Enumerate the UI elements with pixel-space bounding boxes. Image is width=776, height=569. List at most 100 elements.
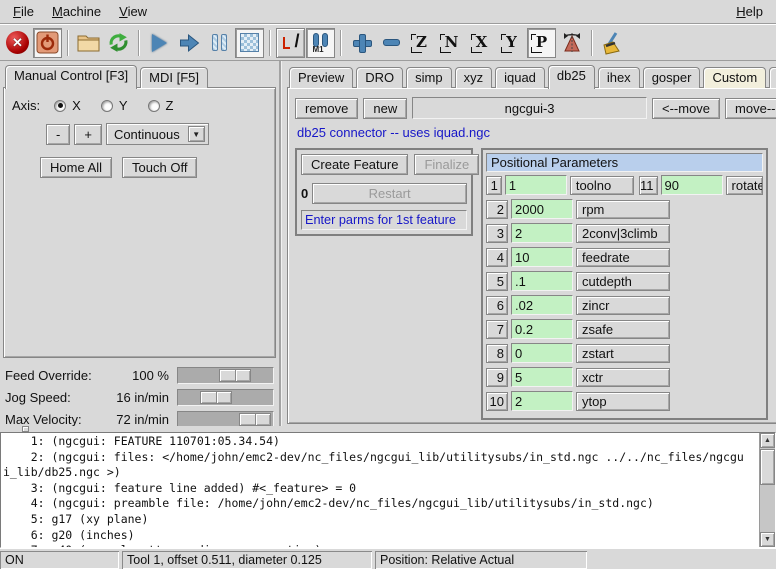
jog-plus-button[interactable]: + [74,124,102,145]
gcode-line: 4: (ngcgui: preamble file: /home/john/em… [3,496,758,512]
view-x-icon: X [472,32,492,53]
tab-db25[interactable]: db25 [548,65,595,89]
gcode-line: 1: (ngcgui: FEATURE 110701:05.34.54) [3,434,758,450]
folder-icon [76,32,101,53]
axis-x-radio[interactable] [54,100,66,112]
view-p-button[interactable]: P [527,28,556,58]
scrollbar-thumb[interactable] [760,449,775,485]
tab-manual-control[interactable]: Manual Control [F3] [5,65,137,89]
tab-simp[interactable]: simp [406,67,451,88]
move-right-button[interactable]: move--> [725,98,776,119]
jog-speed-slider-handle[interactable] [200,391,232,404]
zoom-out-button[interactable] [377,28,406,58]
jog-speed-label: Jog Speed: [5,390,107,405]
max-velocity-slider-handle[interactable] [239,413,271,426]
param-number: 3 [486,224,508,243]
skip-lines-button[interactable]: / [276,28,305,58]
clear-plot-button[interactable] [598,28,627,58]
gcode-line: 2: (ngcgui: files: </home/john/emc2-dev/… [3,450,758,466]
param-row: 7 zsafe [486,319,763,339]
tab-iquad[interactable]: iquad [495,67,545,88]
finalize-button[interactable]: Finalize [414,154,479,175]
jog-increment-combobox[interactable]: Continuous ▼ [106,123,209,145]
view-y-button[interactable]: Y [497,28,526,58]
pause-button[interactable] [205,28,234,58]
axis-z-radio[interactable] [148,100,160,112]
param-name-label: zstart [576,344,670,363]
view-y-icon: Y [502,32,521,53]
scroll-down-icon[interactable]: ▼ [760,532,775,547]
param-value-input[interactable] [511,295,573,315]
move-left-button[interactable]: <--move [652,98,720,119]
rotate-view-button[interactable] [557,28,586,58]
param-value-input[interactable] [511,199,573,219]
gcode-text-area[interactable]: 1: (ngcgui: FEATURE 110701:05.34.54) 2: … [0,432,776,548]
param-name-label: rotate [726,176,763,195]
jog-minus-button[interactable]: - [46,124,70,145]
tab-ttt[interactable]: ttt [769,67,776,88]
param-number: 11 [639,176,658,195]
run-icon [152,34,167,52]
tab-dro[interactable]: DRO [356,67,403,88]
manual-control-panel: Manual Control [F3] MDI [F5] Axis: X Y Z… [0,61,281,426]
tab-ihex[interactable]: ihex [598,67,640,88]
param-value-input[interactable] [511,319,573,339]
estop-button[interactable]: ✕ [3,28,32,58]
param-name-label: zincr [576,296,670,315]
param-value-input[interactable] [511,367,573,387]
stop-button[interactable] [235,28,264,58]
param-value-input[interactable] [661,175,723,195]
restart-button[interactable]: Restart [312,183,467,204]
menu-file[interactable]: File [4,1,43,22]
tab-gosper[interactable]: gosper [643,67,701,88]
param-row: 3 2conv|3climb [486,223,763,243]
param-value-input[interactable] [511,343,573,363]
feed-override-slider[interactable] [177,367,274,384]
feed-override-slider-handle[interactable] [219,369,251,382]
view-x-button[interactable]: X [467,28,496,58]
feature-status-message: Enter parms for 1st feature [301,210,467,230]
param-row: 6 zincr [486,295,763,315]
menu-view[interactable]: View [110,1,156,22]
reload-button[interactable] [104,28,133,58]
param-name-label: xctr [576,368,670,387]
param-value-input[interactable] [505,175,567,195]
param-value-input[interactable] [511,271,573,291]
tab-mdi[interactable]: MDI [F5] [140,67,208,88]
tab-preview[interactable]: Preview [289,67,353,88]
new-tab-button[interactable]: new [363,98,407,119]
run-button[interactable] [145,28,174,58]
tabname-entry[interactable] [412,97,647,119]
jog-increment-value: Continuous [114,127,180,142]
scroll-up-icon[interactable]: ▲ [760,433,775,448]
optional-stop-button[interactable]: M1 [306,28,335,58]
menu-machine[interactable]: Machine [43,1,110,22]
tab-xyz[interactable]: xyz [455,67,493,88]
open-file-button[interactable] [74,28,103,58]
axis-y-radio[interactable] [101,100,113,112]
touch-off-button[interactable]: Touch Off [122,157,197,178]
step-button[interactable] [175,28,204,58]
create-feature-button[interactable]: Create Feature [301,154,408,175]
view-z2-button[interactable]: N [437,28,466,58]
param-value-input[interactable] [511,391,573,411]
tab-custom[interactable]: Custom [703,67,766,88]
max-velocity-slider[interactable] [177,411,274,428]
positional-parameters-header: Positional Parameters [486,153,763,172]
vertical-scrollbar[interactable]: ▲ ▼ [759,433,775,547]
view-z-button[interactable]: Z [407,28,436,58]
machine-power-button[interactable] [33,28,62,58]
home-all-button[interactable]: Home All [40,157,112,178]
broom-icon [600,31,625,55]
gcode-line: 7: g40 (cancel cutter radius compensatio… [3,543,758,548]
skip-lines-icon: / [280,32,302,54]
param-value-input[interactable] [511,223,573,243]
positional-parameters-frame: Positional Parameters 1 toolno 11 rotate… [481,148,768,420]
jog-speed-slider[interactable] [177,389,274,406]
max-velocity-label: Max Velocity: [5,412,107,427]
zoom-in-button[interactable] [347,28,376,58]
param-value-input[interactable] [511,247,573,267]
menu-help[interactable]: Help [727,1,772,22]
remove-tab-button[interactable]: remove [295,98,358,119]
param-row: 1 toolno 11 rotate [486,175,763,195]
